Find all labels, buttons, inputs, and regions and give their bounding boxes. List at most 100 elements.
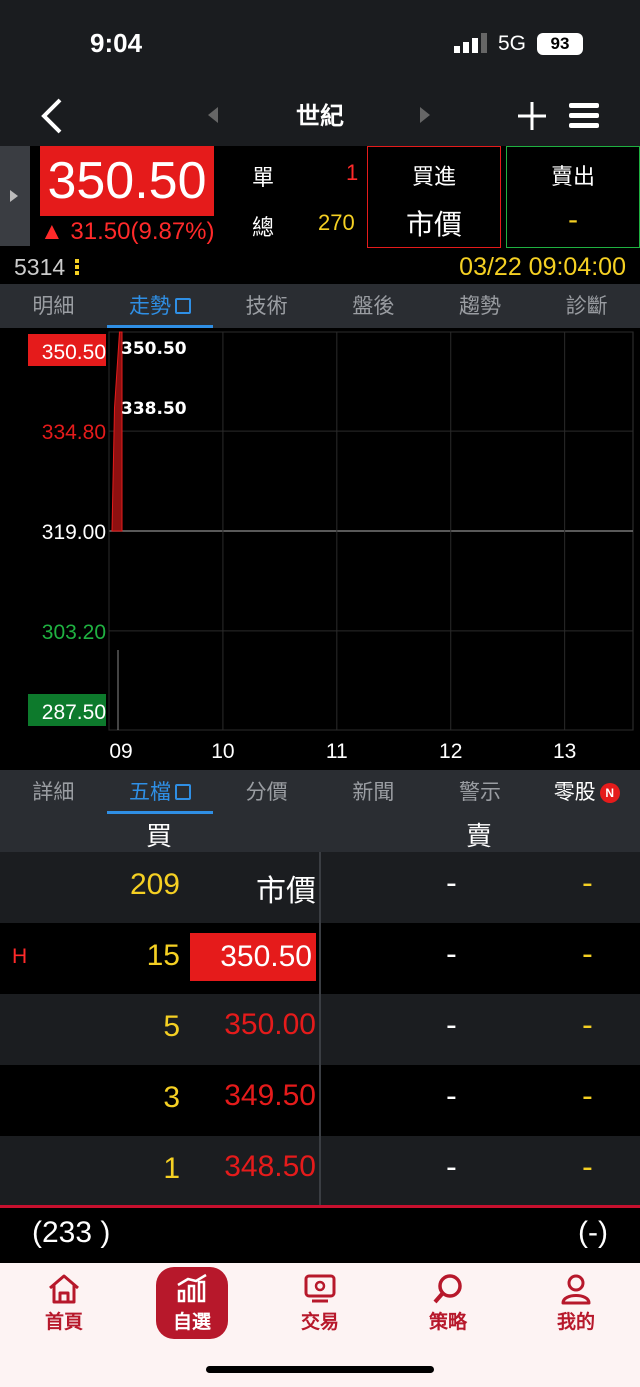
price-change: ▲ 31.50(9.87%): [40, 218, 215, 245]
ask-qty: -: [582, 1008, 593, 1043]
menu-icon[interactable]: [566, 98, 602, 134]
sort-icon: [74, 259, 79, 275]
tab-technical[interactable]: 技術: [213, 284, 320, 328]
x-tick-label: 11: [326, 740, 348, 763]
add-icon[interactable]: [514, 98, 550, 134]
ask-total: (-): [578, 1216, 608, 1249]
single-volume-value: 1: [346, 160, 359, 185]
prev-stock-icon[interactable]: [206, 105, 220, 125]
tab-five-levels-label: 五檔: [129, 780, 171, 804]
search-icon: [433, 1274, 462, 1304]
ask-qty: -: [582, 1150, 593, 1185]
x-tick-label: 10: [211, 740, 234, 763]
tab-diagnosis[interactable]: 診斷: [533, 284, 640, 328]
intraday-chart[interactable]: 09 10 11 12 13 350.50 334.80 319.00 303.20 287.50…: [0, 328, 640, 770]
tab-details-label: 明細: [32, 294, 75, 318]
buy-column-label: 買: [146, 822, 173, 852]
ask-price: -: [446, 1079, 457, 1114]
tab-after-hours-label: 盤後: [352, 294, 395, 318]
info-row: 5314 03/22 09:04:00: [0, 252, 640, 284]
tab-news[interactable]: 新聞: [320, 770, 427, 814]
bid-qty: 3: [163, 1081, 180, 1114]
tab-trend[interactable]: 走勢: [106, 284, 214, 328]
sell-button-label: 賣出: [550, 165, 595, 190]
high-annotation: 350.50: [121, 339, 187, 359]
stock-title: 世紀: [296, 102, 344, 130]
network-label: 5G: [498, 32, 527, 55]
tab-odd-lot-label: 零股: [553, 780, 596, 804]
tab-detail-label: 詳細: [32, 780, 75, 804]
nav-header: 世紀: [0, 88, 640, 146]
orderbook-totals: (233 ) (-): [0, 1205, 640, 1263]
home-icon: [49, 1274, 79, 1304]
ask-price: -: [446, 866, 457, 901]
nav-strategy[interactable]: 策略: [398, 1273, 498, 1343]
nav-watchlist[interactable]: 自選: [156, 1267, 228, 1339]
bid-price: 市價: [256, 875, 316, 908]
nav-profile-label: 我的: [556, 1311, 595, 1333]
tab-news-label: 新聞: [352, 780, 395, 804]
nav-home-label: 首頁: [44, 1311, 83, 1333]
low-annotation: 338.50: [121, 399, 187, 419]
tab-tendency[interactable]: 趨勢: [427, 284, 534, 328]
quote-panel: 350.50 ▲ 31.50(9.87%) 單 1 總 270 買進 市價 賣出…: [0, 146, 640, 252]
side-drawer-handle[interactable]: [0, 146, 30, 246]
new-badge: N: [599, 783, 620, 803]
ask-price: -: [446, 1008, 457, 1043]
trade-icon: [304, 1274, 336, 1303]
expand-icon[interactable]: [175, 298, 191, 314]
home-indicator: [206, 1366, 434, 1373]
bid-price: 350.50: [190, 933, 316, 981]
quote-datetime: 03/22 09:04:00: [459, 253, 626, 281]
nav-home[interactable]: 首頁: [14, 1273, 114, 1343]
tab-five-levels[interactable]: 五檔: [106, 770, 214, 814]
bid-price: 349.50: [224, 1079, 316, 1112]
tab-alerts-label: 警示: [459, 780, 502, 804]
tab-odd-lot[interactable]: 零股 N: [533, 770, 640, 814]
tab-diagnosis-label: 診斷: [565, 294, 608, 318]
tab-technical-label: 技術: [245, 294, 288, 318]
tab-price-volume[interactable]: 分價: [213, 770, 320, 814]
orderbook-tabs: 詳細 五檔 分價 新聞 警示 零股 N: [0, 770, 640, 814]
tab-after-hours[interactable]: 盤後: [320, 284, 427, 328]
bid-price: 350.00: [224, 1008, 316, 1041]
sell-column-label: 賣: [466, 822, 493, 852]
high-flag: H: [12, 945, 28, 968]
total-volume-value: 270: [318, 210, 355, 235]
chevron-right-icon: [10, 190, 18, 202]
tab-alerts[interactable]: 警示: [427, 770, 534, 814]
nav-trade-label: 交易: [300, 1311, 339, 1333]
tab-price-volume-label: 分價: [245, 780, 288, 804]
tab-details[interactable]: 明細: [0, 284, 107, 328]
nav-strategy-label: 策略: [428, 1311, 467, 1333]
buy-button[interactable]: 買進 市價: [367, 146, 501, 248]
ask-qty: -: [582, 937, 593, 972]
orderbook-divider: [319, 852, 321, 1207]
total-volume-label: 總: [252, 216, 275, 241]
y-tick-label: 350.50: [42, 341, 106, 364]
sell-button-price: -: [567, 203, 579, 236]
y-tick-label: 334.80: [42, 421, 106, 444]
nav-trade[interactable]: 交易: [270, 1273, 370, 1343]
bid-price: 348.50: [224, 1150, 316, 1183]
next-stock-icon[interactable]: [418, 105, 432, 125]
nav-profile[interactable]: 我的: [526, 1273, 626, 1343]
tab-tendency-label: 趨勢: [459, 294, 502, 318]
expand-icon[interactable]: [175, 784, 191, 800]
bid-qty: 209: [129, 868, 180, 901]
tab-detail[interactable]: 詳細: [0, 770, 107, 814]
bid-total: (233 ): [32, 1216, 111, 1249]
ask-qty: -: [582, 866, 593, 901]
bid-qty: 15: [146, 939, 180, 972]
chart-svg: 09 10 11 12 13 350.50 334.80 319.00 303.20 287.50…: [28, 331, 634, 763]
back-icon[interactable]: [34, 94, 74, 138]
battery-icon: 93: [537, 33, 583, 55]
single-volume-label: 單: [252, 166, 275, 191]
chart-tabs: 明細 走勢 技術 盤後 趨勢 診斷: [0, 284, 640, 328]
status-bar: 9:04 5G 93: [0, 0, 640, 88]
nav-watchlist-label: 自選: [172, 1311, 211, 1333]
tab-trend-label: 走勢: [129, 294, 171, 318]
y-tick-label: 303.20: [42, 621, 106, 644]
sell-button[interactable]: 賣出 -: [506, 146, 640, 248]
bid-qty: 5: [163, 1010, 180, 1043]
